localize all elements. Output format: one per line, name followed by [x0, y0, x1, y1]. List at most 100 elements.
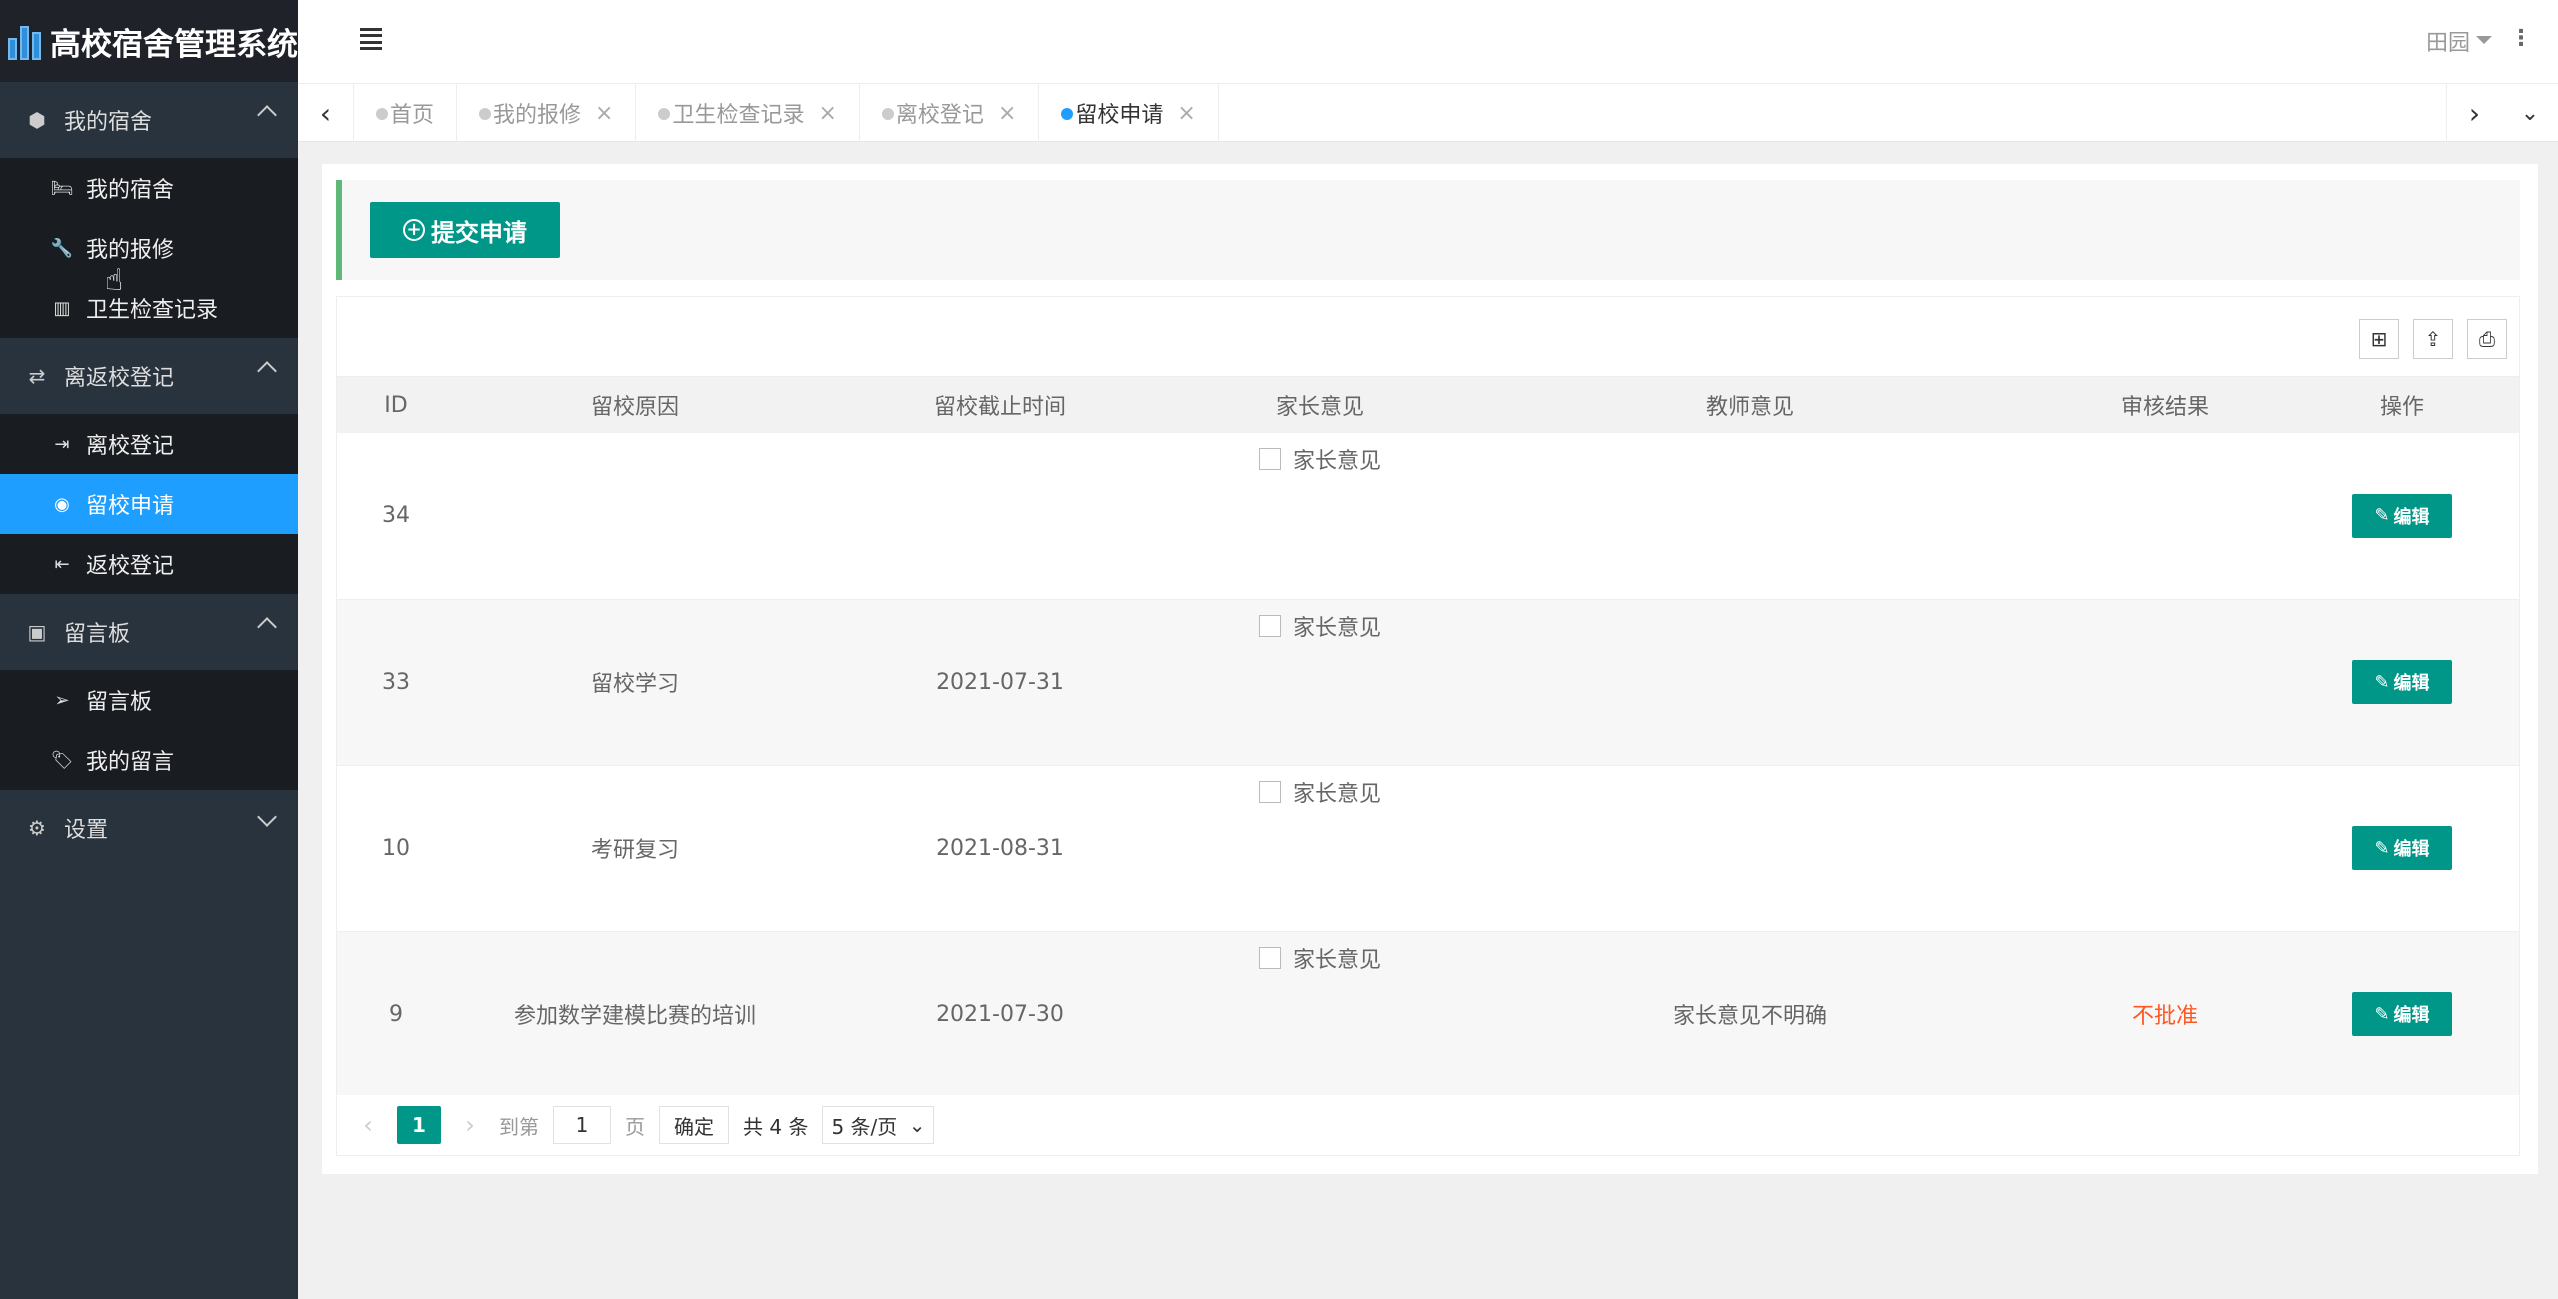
sidebar-item-label: 我的留言 — [86, 750, 175, 775]
page-size-value: 5 条/页 — [831, 1114, 898, 1139]
close-icon[interactable]: × — [1177, 101, 1195, 126]
sidebar-item-label: 返校登记 — [86, 554, 175, 579]
menu-toggle-icon[interactable] — [360, 28, 382, 50]
tab-hygiene[interactable]: 卫生检查记录 × — [636, 84, 860, 142]
column-header[interactable]: 留校截止时间 — [815, 377, 1185, 433]
edit-label: 编辑 — [2393, 1005, 2430, 1026]
cell-id: 33 — [337, 599, 455, 766]
sidebar-item-hygiene[interactable]: ▥ 卫生检查记录 — [0, 278, 298, 338]
goto-confirm-button[interactable]: 确定 — [659, 1106, 729, 1144]
tab-label: 留校申请 — [1075, 103, 1164, 128]
broken-image-icon[interactable] — [1258, 614, 1281, 637]
edit-button[interactable]: ✎ 编辑 — [2352, 992, 2452, 1036]
page-unit-label: 页 — [625, 1114, 645, 1139]
action-toolbar: + 提交申请 — [336, 180, 2520, 280]
tab-menu-chevron-down-icon[interactable]: ⌄ — [2502, 84, 2558, 142]
calendar-icon: ▣ — [27, 620, 47, 644]
sidebar-item-message-board[interactable]: ➢ 留言板 — [0, 670, 298, 730]
more-vertical-icon[interactable]: ⋮ — [2510, 26, 2532, 51]
cell-result — [2045, 599, 2285, 766]
user-menu[interactable]: 田园 — [2426, 25, 2492, 57]
sidebar-item-my-messages[interactable]: 🏷 我的留言 — [0, 730, 298, 790]
nav-group-leave-return[interactable]: ⇄ 离返校登记 — [0, 338, 298, 414]
cell-reason: 考研复习 — [455, 765, 815, 932]
chevron-up-icon — [257, 105, 277, 125]
cell-teacher-opinion — [1455, 765, 2045, 932]
chevron-up-icon — [257, 361, 277, 381]
app-logo[interactable]: 高校宿舍管理系统 — [0, 0, 298, 82]
nav-submenu: ➢ 留言板 🏷 我的留言 — [0, 670, 298, 790]
close-icon[interactable]: × — [818, 101, 836, 126]
table-header-row: ID 留校原因 留校截止时间 家长意见 教师意见 审核结果 操作 — [337, 377, 2519, 433]
tab-dot — [376, 108, 388, 120]
bed-icon: 🛏 — [50, 177, 74, 199]
export-icon[interactable]: ⇪ — [2413, 319, 2453, 359]
nav-submenu: 🛏 我的宿舍 🔧 我的报修 ▥ 卫生检查记录 — [0, 158, 298, 338]
cell-teacher-opinion — [1455, 433, 2045, 600]
goto-page-input[interactable]: 1 — [553, 1106, 611, 1144]
exchange-icon: ⇄ — [28, 364, 46, 388]
close-icon[interactable]: × — [998, 101, 1016, 126]
sign-in-icon: ⇤ — [54, 553, 70, 575]
tab-scroll-left-icon[interactable]: ‹ — [298, 84, 354, 142]
tab-stay-apply[interactable]: 留校申请 × — [1039, 84, 1219, 142]
broken-image-icon[interactable] — [1258, 946, 1281, 969]
paper-plane-icon: ➢ — [54, 689, 70, 711]
columns-filter-icon[interactable]: ⊞ — [2359, 319, 2399, 359]
cell-id: 9 — [337, 931, 455, 1098]
column-header[interactable]: 教师意见 — [1455, 377, 2045, 433]
next-page-icon[interactable]: › — [455, 1111, 485, 1139]
page-size-select[interactable]: 5 条/页 ⌄ — [822, 1106, 935, 1144]
cell-teacher-opinion: 家长意见不明确 — [1455, 931, 2045, 1098]
nav-group-settings[interactable]: ⚙ 设置 — [0, 790, 298, 866]
edit-button[interactable]: ✎ 编辑 — [2352, 493, 2452, 538]
parent-opinion-text: 家长意见 — [1292, 449, 1381, 474]
sidebar-item-my-dorm[interactable]: 🛏 我的宿舍 — [0, 158, 298, 218]
chevron-down-icon — [257, 807, 277, 827]
cell-action: ✎ 编辑 — [2285, 433, 2519, 600]
pagination: ‹ 1 › 到第 1 页 确定 共 4 条 5 条/页 ⌄ — [337, 1095, 2519, 1155]
sidebar-item-label: 我的宿舍 — [86, 178, 175, 203]
sidebar-item-my-repair[interactable]: 🔧 我的报修 — [0, 218, 298, 278]
globe-icon: ◉ — [54, 493, 70, 515]
prev-page-icon[interactable]: ‹ — [353, 1111, 383, 1139]
tab-my-repair[interactable]: 我的报修 × — [457, 84, 637, 142]
submit-application-button[interactable]: + 提交申请 — [370, 202, 560, 258]
tab-label: 我的报修 — [493, 103, 582, 128]
close-icon[interactable]: × — [595, 101, 613, 126]
sidebar-item-leave[interactable]: ⇥ 离校登记 — [0, 414, 298, 474]
edit-label: 编辑 — [2393, 673, 2430, 694]
column-header[interactable]: 家长意见 — [1185, 377, 1455, 433]
cell-action: ✎ 编辑 — [2285, 599, 2519, 766]
cell-result — [2045, 765, 2285, 932]
pencil-icon: ✎ — [2374, 837, 2390, 859]
broken-image-icon[interactable] — [1258, 448, 1281, 470]
broken-image-icon[interactable] — [1258, 780, 1281, 803]
nav-group-message-board[interactable]: ▣ 留言板 — [0, 594, 298, 670]
table-row: 33 留校学习 2021-07-31 家长意见 ✎ 编辑 — [337, 599, 2519, 766]
tab-scroll-right-icon[interactable]: › — [2446, 84, 2502, 142]
parent-opinion-wrap: 家长意见 — [1185, 776, 1455, 808]
nav-group-my-dorm[interactable]: ⬢ 我的宿舍 — [0, 82, 298, 158]
edit-button[interactable]: ✎ 编辑 — [2352, 660, 2452, 704]
table-row: 34 家长意见 ✎ 编辑 — [337, 433, 2519, 600]
edit-button[interactable]: ✎ 编辑 — [2352, 826, 2452, 870]
cell-reason: 留校学习 — [455, 599, 815, 766]
column-header[interactable]: 操作 — [2285, 377, 2519, 433]
page-current[interactable]: 1 — [397, 1106, 441, 1144]
tab-leave[interactable]: 离校登记 × — [860, 84, 1040, 142]
print-icon[interactable]: ⎙ — [2467, 319, 2507, 359]
nav-group-label: 留言板 — [64, 622, 131, 647]
nav-group-label: 设置 — [64, 818, 109, 843]
goto-label: 到第 — [499, 1114, 539, 1139]
column-header[interactable]: ID — [337, 377, 455, 433]
column-header[interactable]: 审核结果 — [2045, 377, 2285, 433]
column-header[interactable]: 留校原因 — [455, 377, 815, 433]
sidebar-item-stay-apply[interactable]: ◉ 留校申请 — [0, 474, 298, 534]
sidebar-item-return[interactable]: ⇤ 返校登记 — [0, 534, 298, 594]
data-table: ⊞ ⇪ ⎙ ID 留校原因 留校截止时间 家长意见 教师意见 审核结果 操作 3… — [336, 296, 2520, 1156]
tab-list: 首页 我的报修 × 卫生检查记录 × 离校登记 × 留校申请 × — [354, 84, 1219, 142]
tab-label: 卫生检查记录 — [672, 103, 805, 128]
cell-reason — [455, 433, 815, 600]
tab-home[interactable]: 首页 — [354, 84, 458, 142]
